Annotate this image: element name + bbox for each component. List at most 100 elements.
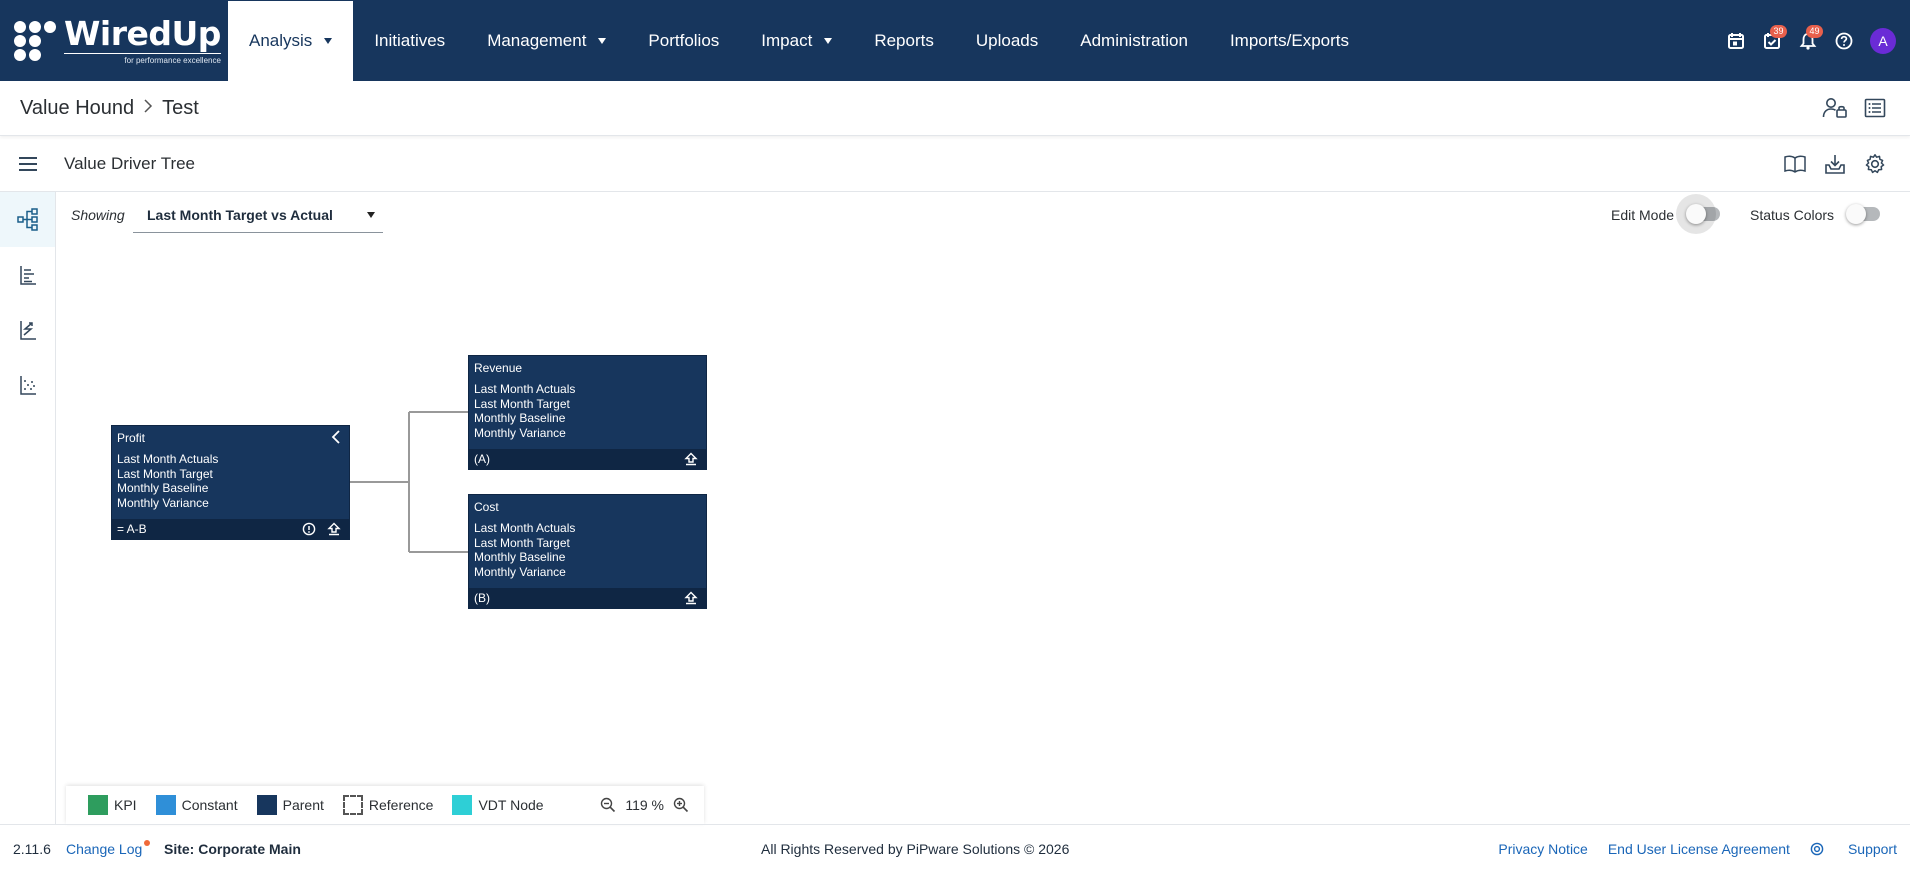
legend-swatch-constant (155, 795, 176, 815)
nav-item-impact[interactable]: Impact (740, 0, 853, 81)
breadcrumb-item-value-hound[interactable]: Value Hound (20, 97, 134, 120)
legend-label: Constant (181, 797, 238, 813)
upload-arrow-icon[interactable] (683, 591, 698, 605)
node-line: Last Month Target (117, 466, 213, 481)
breadcrumb-bar: Value Hound Test (0, 81, 1910, 136)
bar-chart-horizontal-icon[interactable] (0, 247, 55, 302)
nav-label: Initiatives (374, 30, 446, 50)
node-line: Monthly Baseline (117, 481, 209, 495)
open-book-icon[interactable] (1782, 151, 1808, 177)
tree-view-icon[interactable] (0, 192, 55, 247)
node-line: Monthly Baseline (474, 550, 566, 564)
legend-bar: KPI Constant Parent Reference VDT Node 1… (66, 786, 704, 824)
nav-label: Management (487, 30, 587, 50)
toggle-knob (1686, 204, 1706, 224)
tasks-icon[interactable]: 39 (1754, 23, 1790, 59)
legend-swatch-parent (256, 795, 277, 815)
menu-hamburger-icon[interactable] (0, 137, 56, 192)
node-line: Last Month Target (474, 396, 570, 411)
showing-label: Showing (71, 207, 125, 223)
node-line: Monthly Variance (474, 564, 566, 579)
node-line: Last Month Actuals (117, 452, 219, 466)
info-circle-icon[interactable] (301, 522, 316, 536)
legend-label: KPI (114, 797, 137, 813)
nav-label: Reports (874, 30, 934, 50)
chevron-down-icon (824, 37, 833, 44)
legend-item-reference: Reference (342, 795, 434, 815)
tasks-badge: 39 (1770, 24, 1787, 38)
support-lifebuoy-icon (1810, 842, 1824, 856)
page-title-bar: Value Driver Tree (0, 137, 1910, 192)
status-colors-toggle[interactable] (1846, 204, 1880, 224)
calendar-icon[interactable] (1718, 23, 1754, 59)
chevron-left-icon[interactable] (329, 428, 343, 446)
node-line: Last Month Target (474, 535, 570, 550)
upload-arrow-icon[interactable] (683, 452, 698, 466)
nav-item-administration[interactable]: Administration (1059, 0, 1209, 81)
avatar[interactable]: A (1870, 27, 1896, 54)
nav-label: Impact (761, 30, 813, 50)
scatter-chart-icon[interactable] (0, 357, 55, 412)
zoom-in-icon[interactable] (672, 796, 690, 814)
tree-node-revenue[interactable]: Revenue Last Month Actuals Last Month Ta… (468, 355, 707, 470)
page-title: Value Driver Tree (64, 154, 196, 173)
help-icon[interactable] (1826, 23, 1862, 59)
zoom-level: 119 % (625, 797, 664, 813)
change-log-dot-icon (144, 840, 150, 846)
nav-label: Imports/Exports (1229, 30, 1349, 50)
nav-item-uploads[interactable]: Uploads (955, 0, 1059, 81)
node-footer: (A) (469, 449, 706, 469)
status-colors-label: Status Colors (1750, 207, 1835, 223)
nav-label: Uploads (975, 30, 1039, 50)
legend-item-parent: Parent (256, 795, 324, 815)
node-footer: = A-B (112, 519, 349, 539)
node-line: Monthly Baseline (474, 411, 566, 425)
legend-item-kpi: KPI (88, 795, 137, 815)
node-title: Revenue (474, 361, 523, 375)
list-view-icon[interactable] (1862, 95, 1888, 121)
node-line: Last Month Actuals (474, 382, 576, 396)
support-link[interactable]: Support (1810, 841, 1897, 857)
toggle-knob (1846, 204, 1866, 224)
wiredup-logo[interactable]: WiredUp for performance excellence (0, 0, 228, 81)
logo-brand-text: WiredUp (64, 14, 221, 54)
nav-label: Analysis (249, 31, 313, 50)
legend-swatch-reference (342, 795, 363, 815)
node-line: Monthly Variance (474, 425, 566, 440)
tree-node-cost[interactable]: Cost Last Month Actuals Last Month Targe… (468, 494, 707, 609)
notifications-badge: 49 (1806, 24, 1823, 38)
legend-swatch-vdt-node (452, 795, 473, 815)
nav-item-reports[interactable]: Reports (853, 0, 955, 81)
nav-item-imports-exports[interactable]: Imports/Exports (1209, 0, 1370, 81)
footer: 2.11.6 Change Log Site: Corporate Main A… (0, 824, 1910, 873)
edit-mode-toggle[interactable] (1676, 194, 1720, 234)
nav-item-analysis[interactable]: Analysis (228, 1, 354, 81)
node-line: Monthly Variance (117, 495, 209, 510)
download-tray-icon[interactable] (1822, 151, 1848, 177)
trend-chart-icon[interactable] (0, 302, 55, 357)
zoom-controls: 119 % (599, 796, 690, 814)
tree-node-profit[interactable]: Profit Last Month Actuals Last Month Tar… (111, 425, 350, 540)
upload-arrow-icon[interactable] (326, 522, 341, 536)
notifications-bell-icon[interactable]: 49 (1790, 23, 1826, 59)
gear-icon[interactable] (1862, 151, 1888, 177)
node-title: Profit (117, 431, 146, 445)
change-log-link[interactable]: Change Log (66, 841, 142, 857)
nav-item-initiatives[interactable]: Initiatives (353, 0, 466, 81)
left-tool-rail (0, 192, 56, 824)
breadcrumb: Value Hound Test (0, 97, 199, 120)
showing-dropdown[interactable]: Last Month Target vs Actual (133, 202, 383, 233)
legend-item-vdt-node: VDT Node (452, 795, 544, 815)
legend-item-constant: Constant (155, 795, 238, 815)
node-formula: = A-B (117, 522, 147, 536)
zoom-out-icon[interactable] (599, 796, 617, 814)
user-permissions-icon[interactable] (1822, 95, 1848, 121)
legend-label: Reference (368, 797, 434, 813)
eula-link[interactable]: End User License Agreement (1608, 841, 1790, 857)
node-line: Last Month Actuals (474, 521, 576, 535)
nav-item-management[interactable]: Management (466, 0, 627, 81)
nav-item-portfolios[interactable]: Portfolios (627, 0, 740, 81)
chevron-down-icon (598, 37, 607, 44)
privacy-notice-link[interactable]: Privacy Notice (1498, 841, 1587, 857)
node-title: Cost (474, 500, 499, 514)
